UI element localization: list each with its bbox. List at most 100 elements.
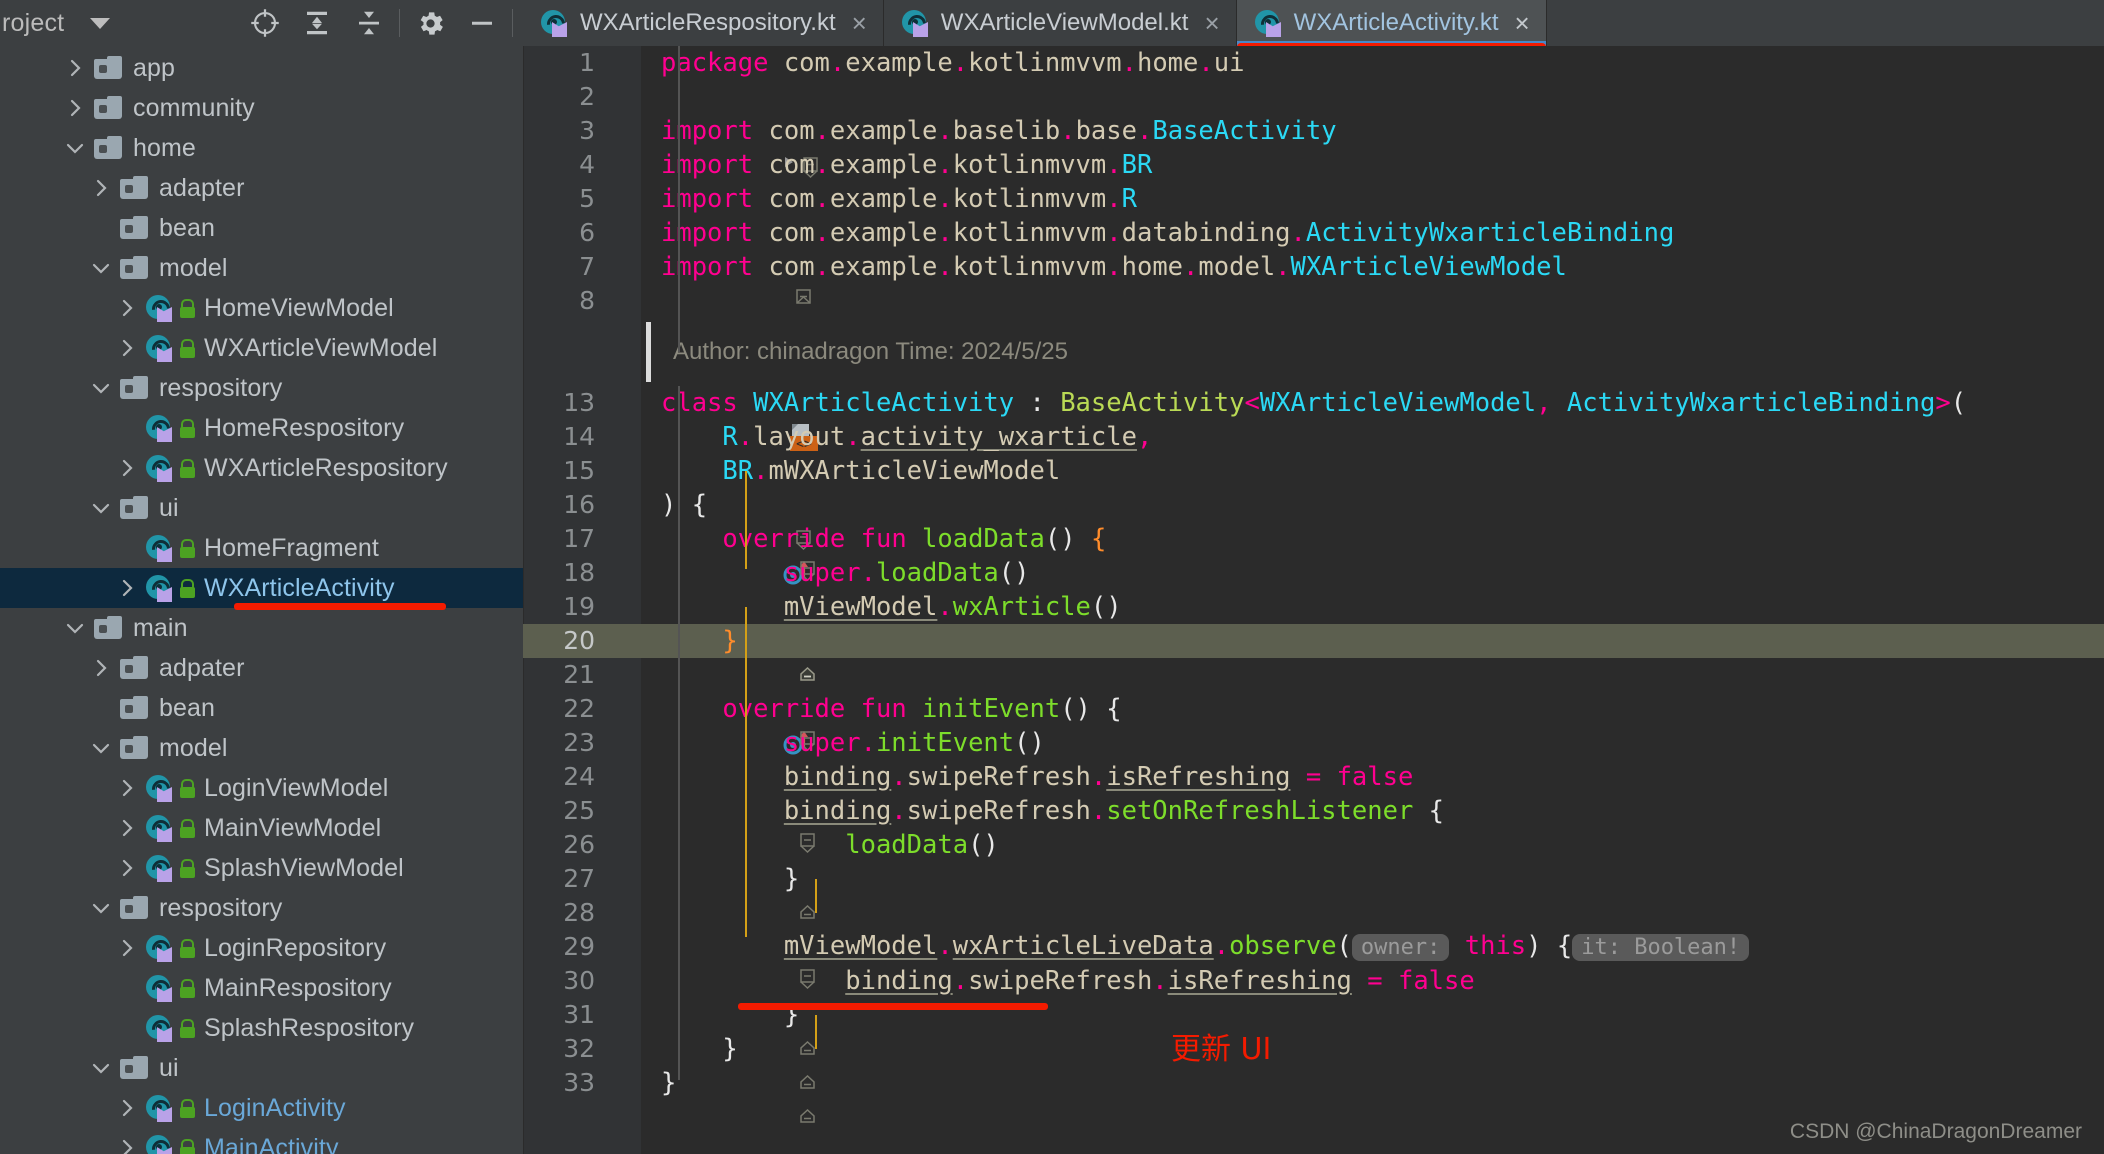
tree-item-homeviewmodel[interactable]: HomeViewModel: [0, 288, 523, 328]
tree-item-model[interactable]: model: [0, 248, 523, 288]
chevron-right-icon[interactable]: [116, 457, 138, 479]
chevron-right-icon[interactable]: [116, 1097, 138, 1119]
chevron-right-icon[interactable]: [116, 817, 138, 839]
fold-expand-icon[interactable]: [595, 114, 818, 179]
tree-item-mainactivity[interactable]: MainActivity: [0, 1128, 523, 1154]
kotlin-file-icon: [146, 854, 174, 882]
expand-all-icon[interactable]: [291, 0, 343, 46]
code-line-current: 20 }: [523, 624, 2104, 681]
chevron-right-icon[interactable]: [64, 57, 86, 79]
tree-item-splashviewmodel[interactable]: SplashViewModel: [0, 848, 523, 888]
tree-item-wxarticleactivity[interactable]: WXArticleActivity: [0, 568, 523, 610]
chevron-down-icon[interactable]: [90, 1057, 112, 1079]
chevron-right-icon[interactable]: [116, 577, 138, 599]
tree-item-homerespository[interactable]: HomeRespository: [0, 408, 523, 448]
chevron-right-icon[interactable]: [116, 1137, 138, 1154]
line-number: 27: [563, 864, 595, 893]
tree-item-label: MainRespository: [204, 973, 392, 1002]
tree-item-wxarticlerespository[interactable]: WXArticleRespository: [0, 448, 523, 488]
code-line: 29 mViewModel.wxArticleLiveData.observe(…: [523, 930, 2104, 990]
line-number: 7: [579, 252, 595, 281]
chevron-right-icon[interactable]: [116, 337, 138, 359]
kotlin-class-icon-group: [146, 814, 196, 842]
tree-item-adapter[interactable]: adapter: [0, 168, 523, 208]
chevron-right-icon[interactable]: [116, 777, 138, 799]
chevron-down-icon[interactable]: [90, 17, 111, 29]
line-number: 15: [563, 456, 595, 485]
kotlin-class-icon-group: [146, 574, 196, 602]
chevron-down-icon[interactable]: [90, 377, 112, 399]
tree-item-app[interactable]: app: [0, 48, 523, 88]
tree-item-respository[interactable]: respository: [0, 888, 523, 928]
tab-wxarticleactivity[interactable]: WXArticleActivity.kt ×: [1236, 0, 1547, 52]
kotlin-class-icon-group: [146, 334, 196, 362]
line-text: override fun initEvent() {: [722, 694, 1122, 724]
line-text: mViewModel.wxArticle(): [783, 592, 1122, 622]
layout-xml-icon[interactable]: <>: [603, 388, 819, 452]
project-tree[interactable]: app community home adapter bean model HomeView…: [0, 46, 523, 1154]
tab-wxarticlerespository[interactable]: WXArticleRespository.kt ×: [523, 0, 884, 46]
tab-wxarticleviewmodel[interactable]: WXArticleViewModel.kt ×: [883, 0, 1237, 46]
chevron-down-icon[interactable]: [90, 897, 112, 919]
project-title: roject: [2, 8, 65, 37]
line-number: 16: [563, 490, 595, 519]
tree-item-loginactivity[interactable]: LoginActivity: [0, 1088, 523, 1128]
line-text: package com.example.kotlinmvvm.home.ui: [661, 48, 1245, 78]
tree-item-adpater[interactable]: adpater: [0, 648, 523, 688]
unlock-icon: [178, 458, 196, 478]
collapse-all-icon[interactable]: [343, 0, 395, 46]
method-guide: [815, 879, 817, 913]
line-number: 4: [579, 150, 595, 179]
line-number: 23: [563, 728, 595, 757]
tree-item-model[interactable]: model: [0, 728, 523, 768]
fold-end-icon[interactable]: [613, 624, 815, 681]
tree-item-mainviewmodel[interactable]: MainViewModel: [0, 808, 523, 848]
tree-item-respository[interactable]: respository: [0, 368, 523, 408]
unlock-icon: [178, 418, 196, 438]
chevron-right-icon[interactable]: [90, 657, 112, 679]
kotlin-class-icon-group: [146, 294, 196, 322]
line-text: R.layout.activity_wxarticle,: [722, 422, 1153, 452]
minimize-icon[interactable]: [456, 0, 508, 46]
close-icon[interactable]: ×: [848, 10, 867, 36]
tree-item-ui[interactable]: ui: [0, 1048, 523, 1088]
folder-icon: [94, 56, 124, 80]
chevron-down-icon[interactable]: [90, 497, 112, 519]
chevron-right-icon[interactable]: [64, 97, 86, 119]
red-annotation-chinese-label: 更新 UI: [1171, 1032, 1272, 1067]
folded-comment-block[interactable]: Author: chinadragon Time: 2024/5/25: [523, 318, 2104, 386]
chevron-down-icon[interactable]: [64, 617, 86, 639]
tree-item-bean[interactable]: bean: [0, 208, 523, 248]
tree-item-home[interactable]: home: [0, 128, 523, 168]
tree-item-wxarticleviewmodel[interactable]: WXArticleViewModel: [0, 328, 523, 368]
code-line: 32 }: [523, 1032, 2104, 1089]
chevron-down-icon[interactable]: [64, 137, 86, 159]
close-icon[interactable]: ×: [1200, 10, 1219, 36]
chevron-down-icon[interactable]: [90, 737, 112, 759]
kotlin-file-icon: [1254, 9, 1283, 37]
chevron-right-icon[interactable]: [116, 857, 138, 879]
chevron-right-icon[interactable]: [116, 937, 138, 959]
chevron-right-icon[interactable]: [90, 177, 112, 199]
tree-item-loginrepository[interactable]: LoginRepository: [0, 928, 523, 968]
code-editor[interactable]: 1 package com.example.kotlinmvvm.home.ui…: [523, 46, 2104, 1154]
locate-icon[interactable]: [239, 0, 291, 46]
chevron-down-icon[interactable]: [90, 257, 112, 279]
tree-item-main[interactable]: main: [0, 608, 523, 648]
close-icon[interactable]: ×: [1511, 10, 1530, 36]
line-number: 18: [563, 558, 595, 587]
tree-item-label: MainViewModel: [204, 813, 382, 842]
tree-item-mainrespository[interactable]: MainRespository: [0, 968, 523, 1008]
chevron-right-icon[interactable]: [116, 297, 138, 319]
tree-item-ui[interactable]: ui: [0, 488, 523, 528]
tree-item-homefragment[interactable]: HomeFragment: [0, 528, 523, 568]
kotlin-file-icon: [146, 1094, 174, 1122]
code-line: 28: [523, 896, 2104, 930]
tree-item-splashrespository[interactable]: SplashRespository: [0, 1008, 523, 1048]
line-number: 1: [579, 48, 595, 77]
line-number: 8: [579, 286, 595, 315]
tree-item-loginviewmodel[interactable]: LoginViewModel: [0, 768, 523, 808]
tree-item-community[interactable]: community: [0, 88, 523, 128]
gear-icon[interactable]: [404, 0, 456, 46]
tree-item-bean[interactable]: bean: [0, 688, 523, 728]
